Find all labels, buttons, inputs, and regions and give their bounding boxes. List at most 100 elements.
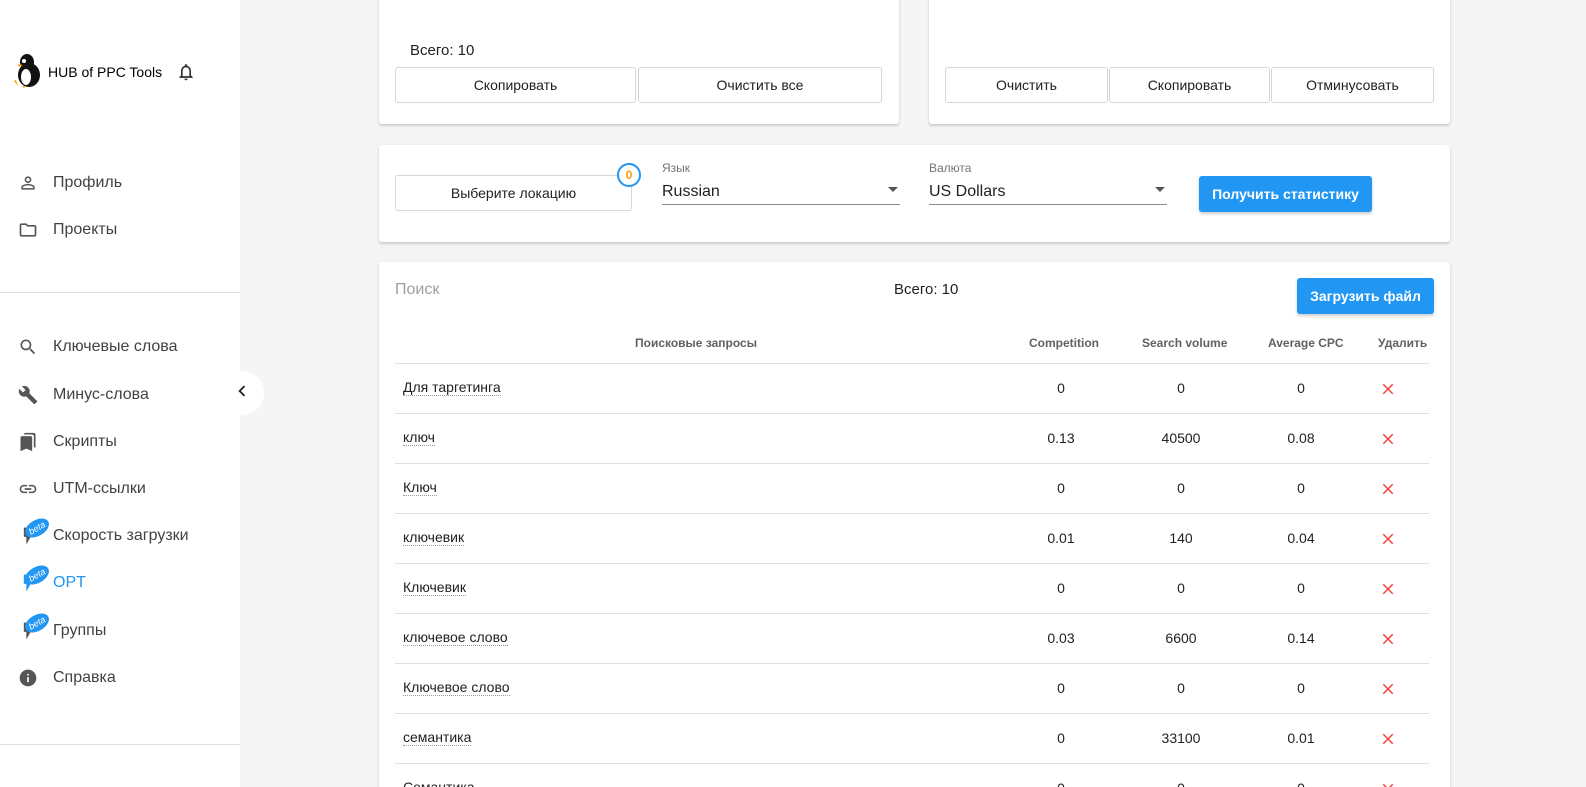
- keyword-cell[interactable]: Для таргетинга: [403, 379, 501, 396]
- brand[interactable]: HUB of PPC Tools: [14, 52, 196, 92]
- cpc-cell: 0: [1297, 580, 1305, 596]
- copy-button[interactable]: Скопировать: [395, 67, 636, 103]
- close-icon: [1382, 683, 1394, 695]
- cpc-cell: 0.14: [1287, 630, 1315, 646]
- competition-cell: 0: [1057, 480, 1065, 496]
- results-card: Поиск Всего: 10 Загрузить файл Поисковые…: [379, 262, 1450, 787]
- language-value: Russian: [662, 183, 720, 200]
- get-statistics-button[interactable]: Получить статистику: [1199, 176, 1372, 212]
- app-title: HUB of PPC Tools: [48, 64, 163, 80]
- sidebar-item-label: Группы: [53, 622, 107, 639]
- cpc-cell: 0: [1261, 780, 1341, 787]
- delete-row-button[interactable]: [1377, 428, 1399, 450]
- competition-cell: 0: [1057, 580, 1065, 596]
- competition-cell: 0.13: [1047, 430, 1075, 446]
- delete-row-button[interactable]: [1377, 728, 1399, 750]
- column-header-cpc[interactable]: Average CPC: [1268, 336, 1344, 350]
- close-icon: [1382, 733, 1394, 745]
- table-row: ключ 0.13 40500 0.08: [395, 413, 1429, 463]
- table-row: Для таргетинга 0 0 0: [395, 363, 1429, 413]
- competition-cell: 0.01: [1047, 530, 1075, 546]
- sidebar-item-scripts[interactable]: Скрипты: [0, 422, 240, 462]
- sidebar-item-help[interactable]: Справка: [0, 658, 240, 698]
- dropdown-arrow-icon: [1155, 187, 1165, 192]
- search-icon: [16, 335, 40, 359]
- folder-icon: [16, 218, 40, 242]
- delete-row-button[interactable]: [1377, 578, 1399, 600]
- sidebar-item-negative-keywords[interactable]: Минус-слова: [0, 375, 240, 415]
- close-icon: [1382, 583, 1394, 595]
- volume-cell: 0: [1177, 480, 1185, 496]
- sidebar-item-opt[interactable]: beta OPT: [0, 561, 240, 603]
- sidebar-item-profile[interactable]: Профиль: [0, 163, 240, 203]
- minus-button[interactable]: Отминусовать: [1271, 67, 1434, 103]
- copy-negative-button[interactable]: Скопировать: [1109, 67, 1270, 103]
- sidebar-item-label: Справка: [53, 669, 116, 686]
- keyword-cell[interactable]: семантика: [403, 729, 472, 746]
- sidebar-item-projects[interactable]: Проекты: [0, 210, 240, 250]
- keyword-cell[interactable]: ключевое слово: [403, 629, 508, 646]
- cpc-cell: 0.04: [1287, 530, 1315, 546]
- sidebar-item-groups[interactable]: beta Группы: [0, 609, 240, 651]
- volume-cell: 0: [1177, 380, 1185, 396]
- delete-row-button[interactable]: [1377, 778, 1399, 787]
- person-icon: [16, 171, 40, 195]
- link-icon: [16, 477, 40, 501]
- sidebar-item-label: OPT: [53, 574, 86, 591]
- column-header-competition[interactable]: Competition: [1029, 336, 1099, 350]
- keyword-cell[interactable]: Ключевое слово: [403, 679, 510, 696]
- currency-label: Валюта: [929, 161, 972, 175]
- sidebar-item-page-speed[interactable]: beta Скорость загрузки: [0, 514, 240, 556]
- competition-cell: 0: [1057, 730, 1065, 746]
- language-select[interactable]: Язык Russian: [662, 161, 900, 211]
- sidebar: HUB of PPC Tools Профиль Проекты Ключевы…: [0, 0, 240, 787]
- keyword-cell[interactable]: ключ: [403, 429, 435, 446]
- sidebar-item-keywords[interactable]: Ключевые слова: [0, 327, 240, 367]
- keyword-cell[interactable]: ключевик: [403, 529, 465, 546]
- delete-row-button[interactable]: [1377, 528, 1399, 550]
- volume-cell: 33100: [1161, 730, 1201, 746]
- clear-button[interactable]: Очистить: [945, 67, 1108, 103]
- close-icon: [1382, 483, 1394, 495]
- volume-cell: 6600: [1165, 630, 1197, 646]
- delete-row-button[interactable]: [1377, 678, 1399, 700]
- negative-card: Очистить Скопировать Отминусовать: [929, 0, 1450, 124]
- column-header-volume[interactable]: Search volume: [1142, 336, 1227, 350]
- cpc-cell: 0: [1297, 380, 1305, 396]
- competition-cell: 0: [1057, 680, 1065, 696]
- delete-row-button[interactable]: [1377, 378, 1399, 400]
- location-count-badge: 0: [617, 163, 641, 187]
- cpc-cell: 0.08: [1287, 430, 1315, 446]
- info-icon: [16, 666, 40, 690]
- collapse-sidebar-button[interactable]: [220, 371, 264, 415]
- search-input[interactable]: Поиск: [395, 281, 439, 299]
- sidebar-item-utm-links[interactable]: UTM-ссылки: [0, 469, 240, 509]
- sidebar-item-label: UTM-ссылки: [53, 480, 146, 497]
- table-row: Ключ 0 0 0: [395, 463, 1429, 513]
- bell-icon[interactable]: [176, 62, 196, 82]
- clear-all-button[interactable]: Очистить все: [638, 67, 882, 103]
- sidebar-item-label: Скорость загрузки: [53, 527, 189, 544]
- sidebar-item-label: Скрипты: [53, 433, 117, 450]
- competition-cell: 0.03: [1047, 630, 1075, 646]
- delete-row-button[interactable]: [1377, 478, 1399, 500]
- sidebar-divider: [0, 292, 240, 293]
- cpc-cell: 0: [1297, 680, 1305, 696]
- sidebar-item-label: Профиль: [53, 174, 123, 191]
- upload-file-button[interactable]: Загрузить файл: [1297, 278, 1434, 314]
- keyword-cell[interactable]: Ключевик: [403, 579, 466, 596]
- table-row: ключевое слово 0.03 6600 0.14: [395, 613, 1429, 663]
- currency-select[interactable]: Валюта US Dollars: [929, 161, 1167, 211]
- settings-card: Выберите локацию Язык Russian Валюта US …: [379, 145, 1450, 242]
- volume-cell: 0: [1177, 580, 1185, 596]
- table-row: Семантика 0 0 0: [395, 763, 1429, 787]
- column-header-query[interactable]: Поисковые запросы: [635, 336, 757, 350]
- currency-value: US Dollars: [929, 183, 1006, 200]
- keyword-cell[interactable]: Ключ: [403, 479, 437, 496]
- field-underline: [929, 204, 1167, 205]
- delete-row-button[interactable]: [1377, 628, 1399, 650]
- location-button[interactable]: Выберите локацию: [395, 175, 632, 211]
- keyword-cell[interactable]: Семантика: [403, 779, 475, 787]
- volume-cell: 40500: [1161, 430, 1201, 446]
- volume-cell: 0: [1141, 780, 1221, 787]
